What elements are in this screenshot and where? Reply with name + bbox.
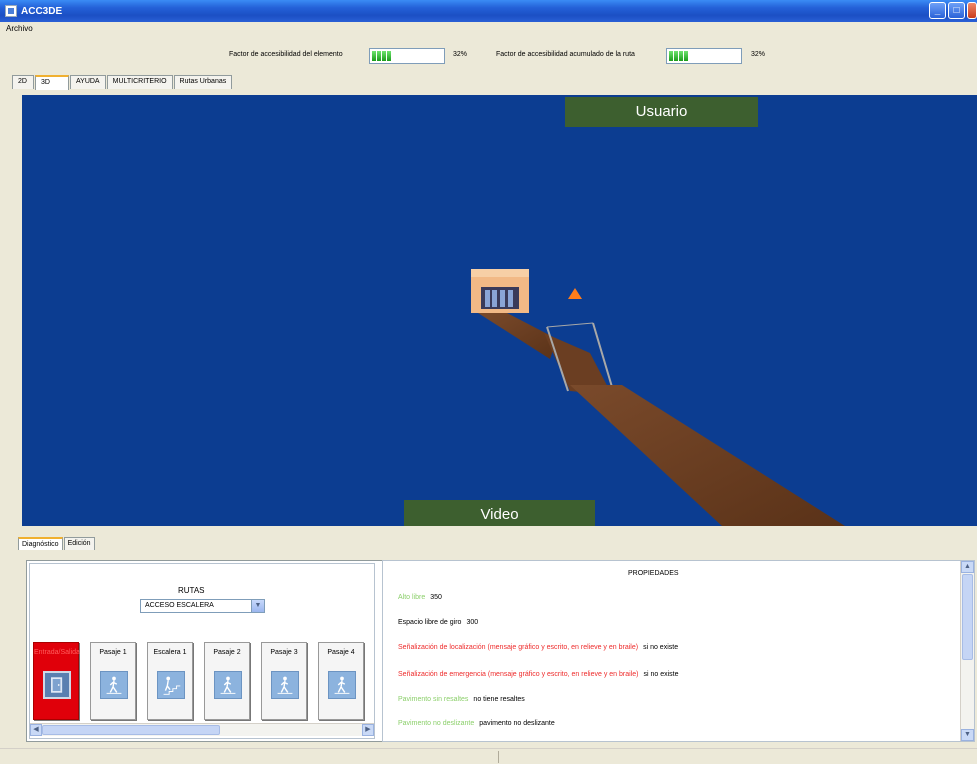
scroll-left-button[interactable]: ◀: [30, 724, 42, 736]
status-bar: [0, 748, 977, 764]
status-divider: [498, 751, 499, 763]
title-bar: ACC3DE _ □: [0, 0, 977, 22]
chevron-down-icon[interactable]: ▼: [251, 600, 264, 612]
bottom-tabs: Diagnóstico Edición: [18, 537, 96, 550]
route-card-pasaje-1[interactable]: Pasaje 1: [90, 642, 136, 720]
property-row: Pavimento sin resaltes no tiene resaltes: [398, 696, 525, 703]
property-row: Pavimento no deslizante pavimento no desl…: [398, 720, 555, 727]
tab-edicion[interactable]: Edición: [63, 537, 95, 550]
property-row: Alto libre 350: [398, 594, 442, 601]
property-row: Señalización de emergencia (mensaje gráf…: [398, 671, 679, 678]
walking-person-icon: [328, 671, 356, 699]
property-key: Pavimento no deslizante: [398, 720, 475, 727]
meter-segment: [382, 51, 386, 61]
scroll-right-button[interactable]: ▶: [362, 724, 374, 736]
walking-person-icon: [271, 671, 299, 699]
meter-segment: [679, 51, 683, 61]
route-factor-label: Factor de accesibilidad acumulado de la …: [496, 51, 635, 58]
meter-segment: [377, 51, 381, 61]
menu-bar: Archivo: [0, 22, 977, 36]
route-factor-fill: [669, 51, 688, 61]
meter-segment: [674, 51, 678, 61]
tab-diagnostico[interactable]: Diagnóstico: [18, 537, 63, 550]
properties-panel: PROPIEDADES Alto libre 350 Espacio libre …: [382, 560, 975, 742]
video-button[interactable]: Video: [404, 500, 595, 526]
door-icon: [43, 671, 71, 699]
route-card-pasaje-2[interactable]: Pasaje 2: [204, 642, 250, 720]
route-strip-scrollbar[interactable]: ◀ ▶: [30, 723, 374, 736]
rutas-title: RUTAS: [178, 586, 205, 595]
route-card-label: Pasaje 2: [213, 649, 241, 656]
property-key: Alto libre: [398, 594, 426, 601]
element-factor-meter: [369, 48, 445, 64]
3d-scene: [471, 269, 845, 526]
tab-multicriterio[interactable]: MULTICRITERIO: [106, 75, 173, 89]
tab-2d[interactable]: 2D: [12, 75, 34, 89]
route-card-label: Pasaje 3: [270, 649, 298, 656]
properties-title: PROPIEDADES: [628, 570, 679, 577]
tab-rutas-urbanas[interactable]: Rutas Urbanas: [173, 75, 233, 89]
route-card-label: Entrada/Salida: [34, 649, 80, 656]
route-card-pasaje-4[interactable]: Pasaje 4: [318, 642, 364, 720]
property-value: pavimento no deslizante: [479, 720, 555, 727]
meter-segment: [387, 51, 391, 61]
walking-person-icon: [214, 671, 242, 699]
property-row: Señalización de localización (mensaje gr…: [398, 644, 678, 651]
property-key: Espacio libre de giro: [398, 619, 462, 626]
route-factor-meter: [666, 48, 742, 64]
scroll-down-button[interactable]: ▼: [961, 729, 974, 741]
window-controls: _ □: [929, 2, 977, 19]
route-card-pasaje-3[interactable]: Pasaje 3: [261, 642, 307, 720]
property-row: Espacio libre de giro 300: [398, 619, 478, 626]
meter-segment: [684, 51, 688, 61]
tab-3d[interactable]: 3D: [35, 75, 69, 90]
route-card-label: Pasaje 1: [99, 649, 127, 656]
meter-segment: [372, 51, 376, 61]
menu-archivo[interactable]: Archivo: [0, 24, 39, 33]
app-icon: [5, 5, 17, 17]
property-value: 300: [466, 619, 479, 626]
scrollbar-thumb[interactable]: [962, 574, 973, 660]
walking-person-icon: [100, 671, 128, 699]
rutas-panel: RUTAS ACCESO ESCALERA ▼ Entrada/Salida P…: [29, 563, 375, 739]
window-title: ACC3DE: [21, 5, 63, 17]
property-key: Señalización de localización (mensaje gr…: [398, 644, 639, 651]
route-factor-percent: 32%: [751, 51, 766, 58]
main-tabs: 2D 3D AYUDA MULTICRITERIO Rutas Urbanas: [12, 75, 233, 90]
property-key: Pavimento sin resaltes: [398, 696, 469, 703]
walkway-far: [478, 313, 557, 359]
property-value: si no existe: [643, 644, 679, 651]
element-factor-percent: 32%: [453, 51, 468, 58]
usuario-button[interactable]: Usuario: [565, 97, 758, 127]
property-value: si no existe: [643, 671, 679, 678]
stairs-icon: [157, 671, 185, 699]
close-button[interactable]: [967, 2, 977, 19]
route-select[interactable]: ACCESO ESCALERA ▼: [140, 599, 265, 613]
route-card-entrada-salida[interactable]: Entrada/Salida: [33, 642, 80, 720]
position-marker: [568, 288, 582, 299]
minimize-button[interactable]: _: [929, 2, 946, 19]
tab-ayuda[interactable]: AYUDA: [70, 75, 106, 89]
property-value: no tiene resaltes: [473, 696, 525, 703]
property-key: Señalización de emergencia (mensaje gráf…: [398, 671, 639, 678]
scroll-up-button[interactable]: ▲: [961, 561, 974, 573]
route-card-escalera-1[interactable]: Escalera 1: [147, 642, 193, 720]
element-factor-label: Factor de accesibilidad del elemento: [229, 51, 343, 58]
route-elements-strip: Entrada/Salida Pasaje 1 Escalera 1 Pasaj…: [33, 642, 373, 722]
accessibility-factor-bar: Factor de accesibilidad del elemento 32%…: [0, 48, 977, 64]
property-value: 350: [430, 594, 442, 601]
route-select-value: ACCESO ESCALERA: [145, 602, 214, 609]
3d-viewport[interactable]: Usuario Video: [22, 95, 977, 526]
walkway-near: [570, 385, 845, 526]
route-card-label: Escalera 1: [153, 649, 187, 656]
route-card-label: Pasaje 4: [327, 649, 355, 656]
scrollbar-thumb[interactable]: [42, 725, 220, 735]
element-factor-fill: [372, 51, 391, 61]
properties-scrollbar[interactable]: ▲ ▼: [960, 561, 974, 741]
maximize-button[interactable]: □: [948, 2, 965, 19]
meter-segment: [669, 51, 673, 61]
